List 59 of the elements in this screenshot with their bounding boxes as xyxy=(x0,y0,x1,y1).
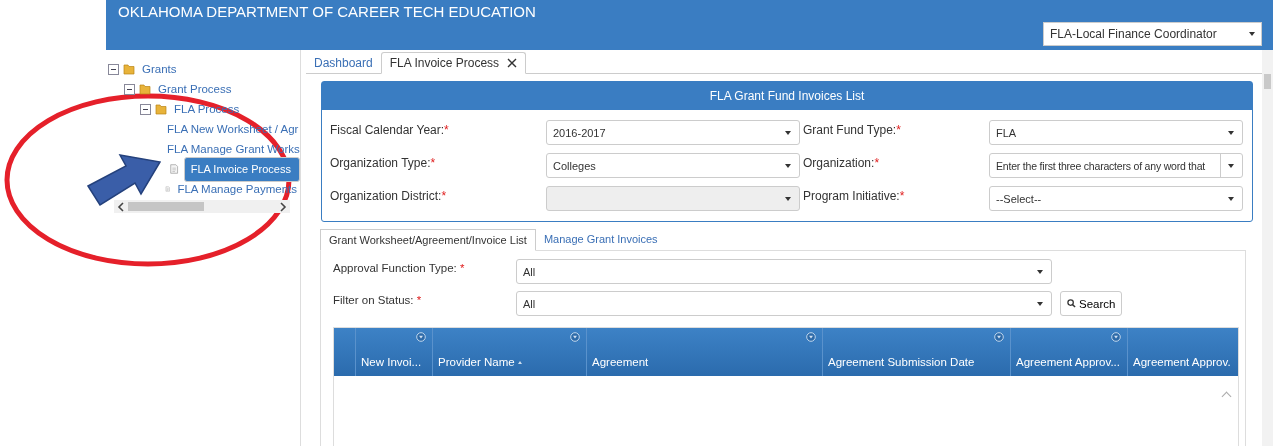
field-label: Grant Fund Type:* xyxy=(803,122,902,137)
folder-icon xyxy=(123,63,135,75)
folder-icon xyxy=(139,83,151,95)
select-field[interactable]: All xyxy=(516,259,1052,284)
field-label: Program Initiative:* xyxy=(803,188,906,203)
folder-icon xyxy=(155,103,167,115)
column-header[interactable]: New Invoi... xyxy=(361,356,422,368)
search-button[interactable]: Search xyxy=(1060,291,1123,316)
field-label: Fiscal Calendar Year:* xyxy=(330,122,450,137)
filter-icon[interactable] xyxy=(806,332,816,342)
search-icon xyxy=(1067,299,1076,308)
caret-icon xyxy=(1037,301,1043,306)
field-label: Organization District:* xyxy=(330,188,448,203)
column-header[interactable]: Agreement Submission Date xyxy=(828,356,975,368)
collapse-icon[interactable] xyxy=(108,63,119,75)
vertical-scrollbar[interactable] xyxy=(1262,50,1273,446)
column-header[interactable]: Agreement Approv... xyxy=(1016,356,1120,368)
filter-icon[interactable] xyxy=(416,332,426,342)
tab[interactable]: Manage Grant Invoices xyxy=(535,229,666,250)
tree-item[interactable]: FLA Invoice Process xyxy=(183,156,300,182)
column-header[interactable]: Agreement xyxy=(592,356,649,368)
sort-icon xyxy=(517,361,522,364)
tree-item[interactable]: Grant Process xyxy=(155,82,235,96)
filter-icon[interactable] xyxy=(570,332,580,342)
tab[interactable]: FLA Invoice Process xyxy=(380,52,527,74)
column-header[interactable]: Agreement Approv. xyxy=(1133,356,1231,368)
caret-icon xyxy=(785,163,791,168)
select-field[interactable]: FLA xyxy=(989,120,1243,145)
select-field[interactable]: Enter the first three characters of any word that xyxy=(989,153,1243,178)
horizontal-scrollbar[interactable] xyxy=(114,200,290,213)
filter-icon[interactable] xyxy=(1111,332,1121,342)
role-select[interactable]: FLA-Local Finance Coordinator xyxy=(1043,22,1262,46)
select-field[interactable]: 2016-2017 xyxy=(546,120,800,145)
panel-title: FLA Grant Fund Invoices List xyxy=(322,82,1252,110)
app-title: OKLAHOMA DEPARTMENT OF CAREER TECH EDUCATION xyxy=(118,3,536,20)
caret-icon xyxy=(1228,163,1234,168)
collapse-icon[interactable] xyxy=(140,103,151,115)
caret-icon xyxy=(1228,196,1234,201)
tab[interactable]: Dashboard xyxy=(306,52,381,73)
document-icon xyxy=(165,183,171,195)
select-field[interactable]: --Select-- xyxy=(989,186,1243,211)
caret-icon xyxy=(785,130,791,135)
select-field[interactable]: Colleges xyxy=(546,153,800,178)
tree-item[interactable]: Grants xyxy=(139,62,180,76)
document-icon xyxy=(169,163,180,175)
filter-icon[interactable] xyxy=(994,332,1004,342)
close-icon[interactable] xyxy=(507,58,518,68)
tab[interactable]: Grant Worksheet/Agreement/Invoice List xyxy=(320,229,536,251)
column-header[interactable]: Provider Name xyxy=(438,356,515,368)
field-label: Approval Function Type: * xyxy=(333,261,466,274)
caret-icon xyxy=(1228,130,1234,135)
field-label: Filter on Status: * xyxy=(333,293,423,306)
caret-icon xyxy=(1037,269,1043,274)
select-field[interactable]: All xyxy=(516,291,1052,316)
caret-icon xyxy=(1249,32,1255,36)
collapse-icon[interactable] xyxy=(124,83,135,95)
caret-icon xyxy=(785,196,791,201)
field-label: Organization Type:* xyxy=(330,155,437,170)
field-label: Organization:* xyxy=(803,155,881,170)
